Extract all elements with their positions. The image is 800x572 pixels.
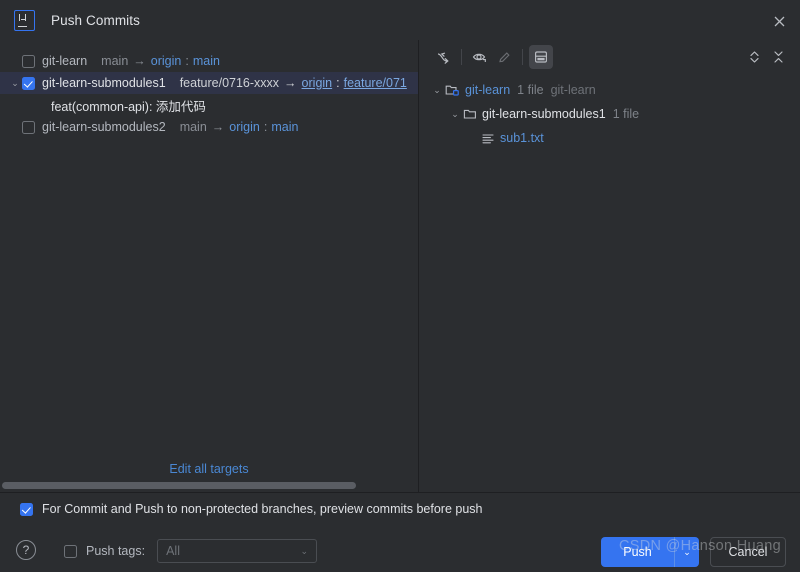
toolbar-divider: [461, 49, 462, 65]
edit-all-targets-link[interactable]: Edit all targets: [169, 462, 248, 476]
remote-branch[interactable]: feature/071: [344, 76, 407, 90]
separator: :: [185, 54, 189, 68]
arrow-icon: →: [284, 76, 297, 90]
text-file-icon: [481, 131, 495, 145]
preview-commits-checkbox[interactable]: [20, 502, 33, 516]
table-row[interactable]: › git-learn main → origin : main: [0, 50, 418, 72]
toolbar-divider: [522, 49, 523, 65]
remote-name[interactable]: origin: [151, 54, 182, 68]
row-checkbox[interactable]: [22, 120, 35, 134]
push-button[interactable]: Push: [601, 537, 674, 567]
folder-icon: [463, 107, 477, 121]
close-icon[interactable]: [766, 8, 792, 34]
table-row-selected[interactable]: ⌄ git-learn-submodules1 feature/0716-xxx…: [0, 72, 418, 94]
remote-branch[interactable]: main: [193, 54, 220, 68]
dialog-footer: For Commit and Push to non-protected bra…: [0, 492, 800, 572]
local-branch: feature/0716-xxxx: [179, 76, 280, 90]
arrow-icon: →: [133, 54, 146, 68]
repository-name: git-learn-submodules2: [42, 120, 166, 134]
expand-arrow-icon[interactable]: [431, 45, 455, 69]
push-commits-dialog: Push Commits › git-learn main → origin :: [0, 0, 800, 572]
remote-name[interactable]: origin: [302, 76, 333, 90]
changed-files-panel: ⌄ git-learn 1 file git-learn ⌄ git-learn…: [419, 40, 800, 492]
edit-targets-bar: Edit all targets: [0, 459, 418, 479]
tree-node-path: git-learn: [550, 83, 596, 97]
push-split-button: Push ⌄: [601, 537, 699, 567]
push-dropdown-chevron-icon[interactable]: ⌄: [675, 537, 699, 567]
local-branch: main: [179, 120, 207, 134]
push-tags-checkbox[interactable]: [64, 544, 77, 558]
intellij-idea-icon: [14, 9, 35, 31]
tree-node-count: 1 file: [612, 107, 640, 121]
remote-name[interactable]: origin: [229, 120, 260, 134]
changes-toolbar: [419, 40, 800, 74]
preview-commits-label: For Commit and Push to non-protected bra…: [42, 502, 483, 516]
row-checkbox[interactable]: [22, 54, 35, 68]
preview-commits-option[interactable]: For Commit and Push to non-protected bra…: [20, 502, 483, 516]
tree-twisty[interactable]: ⌄: [429, 85, 445, 96]
dialog-action-row: ? Push tags: All ⌄ Push ⌄ Cancel: [0, 535, 800, 572]
dialog-titlebar: Push Commits: [0, 0, 800, 40]
page-title: Push Commits: [51, 12, 140, 28]
tree-node-file[interactable]: sub1.txt: [419, 126, 800, 150]
push-tags-value: All: [166, 544, 180, 558]
pencil-icon[interactable]: [492, 45, 516, 69]
push-tags-group: Push tags: All ⌄: [64, 539, 318, 563]
repository-name: git-learn-submodules1: [42, 76, 166, 90]
commit-message-row[interactable]: feat(common-api): 添加代码: [0, 94, 418, 116]
tree-node-module[interactable]: ⌄ git-learn 1 file git-learn: [419, 78, 800, 102]
tree-node-folder[interactable]: ⌄ git-learn-submodules1 1 file: [419, 102, 800, 126]
chevron-down-icon: ⌄: [300, 545, 309, 556]
help-icon[interactable]: ?: [16, 540, 36, 560]
commit-message: feat(common-api): 添加代码: [51, 99, 206, 114]
changed-files-tree: ⌄ git-learn 1 file git-learn ⌄ git-learn…: [419, 74, 800, 150]
push-targets-panel: › git-learn main → origin : main ⌄ git-l…: [0, 40, 418, 492]
cancel-button[interactable]: Cancel: [710, 537, 786, 567]
collapse-all-icon[interactable]: [766, 45, 790, 69]
separator: :: [263, 120, 268, 134]
horizontal-scrollbar[interactable]: [0, 481, 417, 489]
module-folder-icon: [445, 83, 460, 97]
tree-node-label: git-learn-submodules1: [482, 107, 606, 121]
push-targets-list: › git-learn main → origin : main ⌄ git-l…: [0, 40, 418, 138]
push-tags-select[interactable]: All ⌄: [157, 539, 318, 563]
row-checkbox[interactable]: [22, 76, 35, 90]
dialog-body: › git-learn main → origin : main ⌄ git-l…: [0, 40, 800, 492]
tree-node-count: 1 file: [517, 83, 544, 97]
push-tags-label: Push tags:: [86, 544, 146, 558]
local-branch: main: [101, 54, 129, 68]
tree-node-label: git-learn: [465, 83, 511, 97]
row-twisty[interactable]: ⌄: [8, 72, 22, 94]
tree-twisty[interactable]: ⌄: [447, 109, 463, 120]
eye-icon[interactable]: [468, 45, 492, 69]
tree-node-label: sub1.txt: [500, 131, 544, 145]
scrollbar-thumb[interactable]: [2, 482, 356, 489]
table-row[interactable]: › git-learn-submodules2 main → origin : …: [0, 116, 418, 138]
arrow-icon: →: [211, 120, 225, 134]
separator: :: [336, 76, 340, 90]
repository-name: git-learn: [42, 54, 88, 68]
preview-panel-icon[interactable]: [529, 45, 553, 69]
expand-all-icon[interactable]: [742, 45, 766, 69]
remote-branch[interactable]: main: [271, 120, 298, 134]
